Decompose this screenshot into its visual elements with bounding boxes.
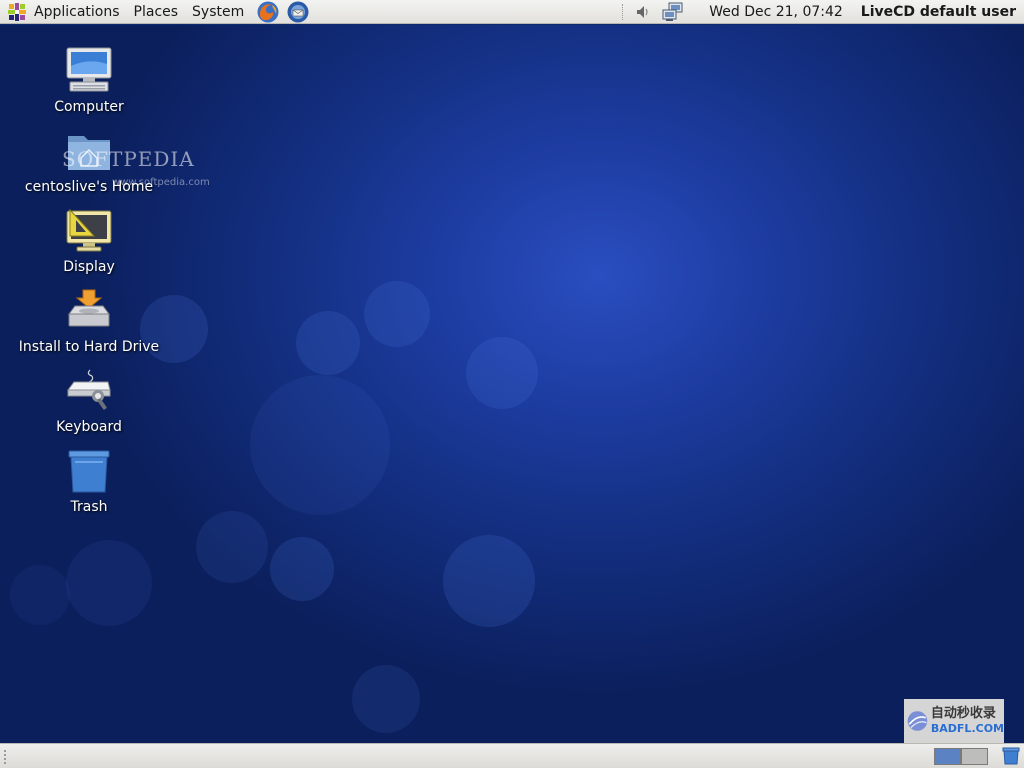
desktop[interactable]: Computer centoslive's Home Display Insta… [0,25,1024,743]
display-label: Display [63,259,115,275]
badfl-chinese-text: 自动秒收录 [930,706,996,721]
trash-applet[interactable] [1001,746,1021,766]
tray-separator [622,3,624,20]
workspace-1[interactable] [934,748,961,765]
softpedia-watermark: SOFTPEDIA [62,147,195,171]
workspace-2[interactable] [961,748,988,765]
badfl-watermark: 自动秒收录 BADFL.COM [904,699,1004,743]
places-menu-label: Places [133,3,179,20]
bg-bubble [364,281,430,347]
system-menu[interactable]: System [185,0,251,24]
bg-bubble [270,537,334,601]
keyboard-desktop-icon[interactable]: Keyboard [14,365,164,435]
badfl-domain-text: BADFL.COM [930,722,1004,735]
bg-bubble [296,311,360,375]
keyboard-icon [63,365,115,417]
bg-bubble [10,565,70,625]
system-menu-label: System [192,3,245,20]
firefox-icon [257,1,279,22]
badfl-logo-icon [907,711,928,731]
notification-area [622,0,691,24]
user-switcher[interactable]: LiveCD default user [861,4,1016,20]
install-desktop-icon[interactable]: Install to Hard Drive [14,285,164,355]
bg-bubble [352,665,420,733]
centos-logo-icon [8,2,26,21]
applications-menu[interactable]: Applications [0,0,127,24]
network-manager[interactable] [661,1,685,23]
top-panel: Applications Places System Wed Dec 21, 0… [0,0,1024,24]
bg-bubble [250,375,390,515]
workspace-switcher [934,748,988,765]
bg-bubble [196,511,268,583]
bg-bubble [66,540,152,626]
trash-desktop-icon[interactable]: Trash [14,445,164,515]
install-label: Install to Hard Drive [18,339,160,355]
bottom-panel [0,743,1024,768]
trash-label: Trash [70,499,108,515]
thunderbird-icon [287,1,309,22]
computer-label: Computer [54,99,124,115]
softpedia-url-watermark: www.softpedia.com [112,177,210,188]
display-desktop-icon[interactable]: Display [14,205,164,275]
trash-applet-icon [1002,747,1020,765]
main-menu-bar: Applications Places System [0,0,311,24]
panel-drag-handle[interactable] [4,750,6,764]
bg-bubble [466,337,538,409]
places-menu[interactable]: Places [127,0,186,24]
network-icon [662,2,683,21]
bg-bubble [443,535,535,627]
thunderbird-launcher[interactable] [285,0,311,24]
clock-applet[interactable]: Wed Dec 21, 07:42 [709,4,843,20]
computer-icon [63,45,115,97]
volume-control[interactable] [631,1,655,23]
computer-desktop-icon[interactable]: Computer [14,45,164,115]
badfl-text: 自动秒收录 BADFL.COM [931,706,1004,736]
applications-menu-label: Applications [34,3,120,20]
volume-icon [637,5,648,18]
firefox-launcher[interactable] [255,0,281,24]
install-drive-icon [63,285,115,337]
display-icon [63,205,115,257]
keyboard-label: Keyboard [56,419,122,435]
trash-icon [63,445,115,497]
